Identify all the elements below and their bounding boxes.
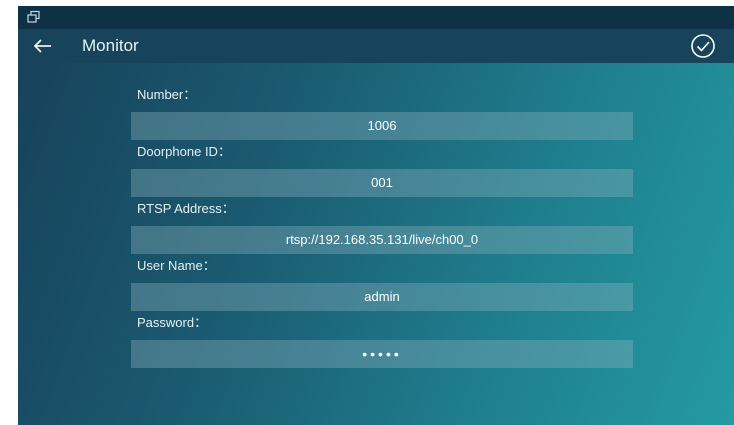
page-title: Monitor: [82, 36, 139, 55]
check-circle-icon: [691, 34, 715, 58]
back-button[interactable]: [32, 36, 54, 56]
number-input[interactable]: 1006: [131, 112, 633, 140]
rtsp-address-input[interactable]: rtsp://192.168.35.131/live/ch00_0: [131, 226, 633, 254]
doorphone-id-input[interactable]: 001: [131, 169, 633, 197]
monitor-screen: Monitor Number： 1006 Doorphone ID： 001 R…: [18, 6, 734, 425]
window-restore-icon: [26, 10, 42, 24]
password-input[interactable]: •••••: [131, 340, 633, 368]
rtsp-address-label: RTSP Address：: [137, 201, 235, 216]
user-name-label: User Name：: [137, 258, 216, 273]
status-bar: [18, 6, 734, 29]
arrow-left-icon: [33, 39, 51, 53]
number-label: Number：: [137, 87, 197, 102]
user-name-input[interactable]: admin: [131, 283, 633, 311]
title-bar: Monitor: [18, 29, 734, 63]
confirm-button[interactable]: [690, 33, 716, 59]
password-label: Password：: [137, 315, 208, 330]
doorphone-id-label: Doorphone ID：: [137, 144, 231, 159]
monitor-settings-form: Number： 1006 Doorphone ID： 001 RTSP Addr…: [131, 83, 633, 369]
